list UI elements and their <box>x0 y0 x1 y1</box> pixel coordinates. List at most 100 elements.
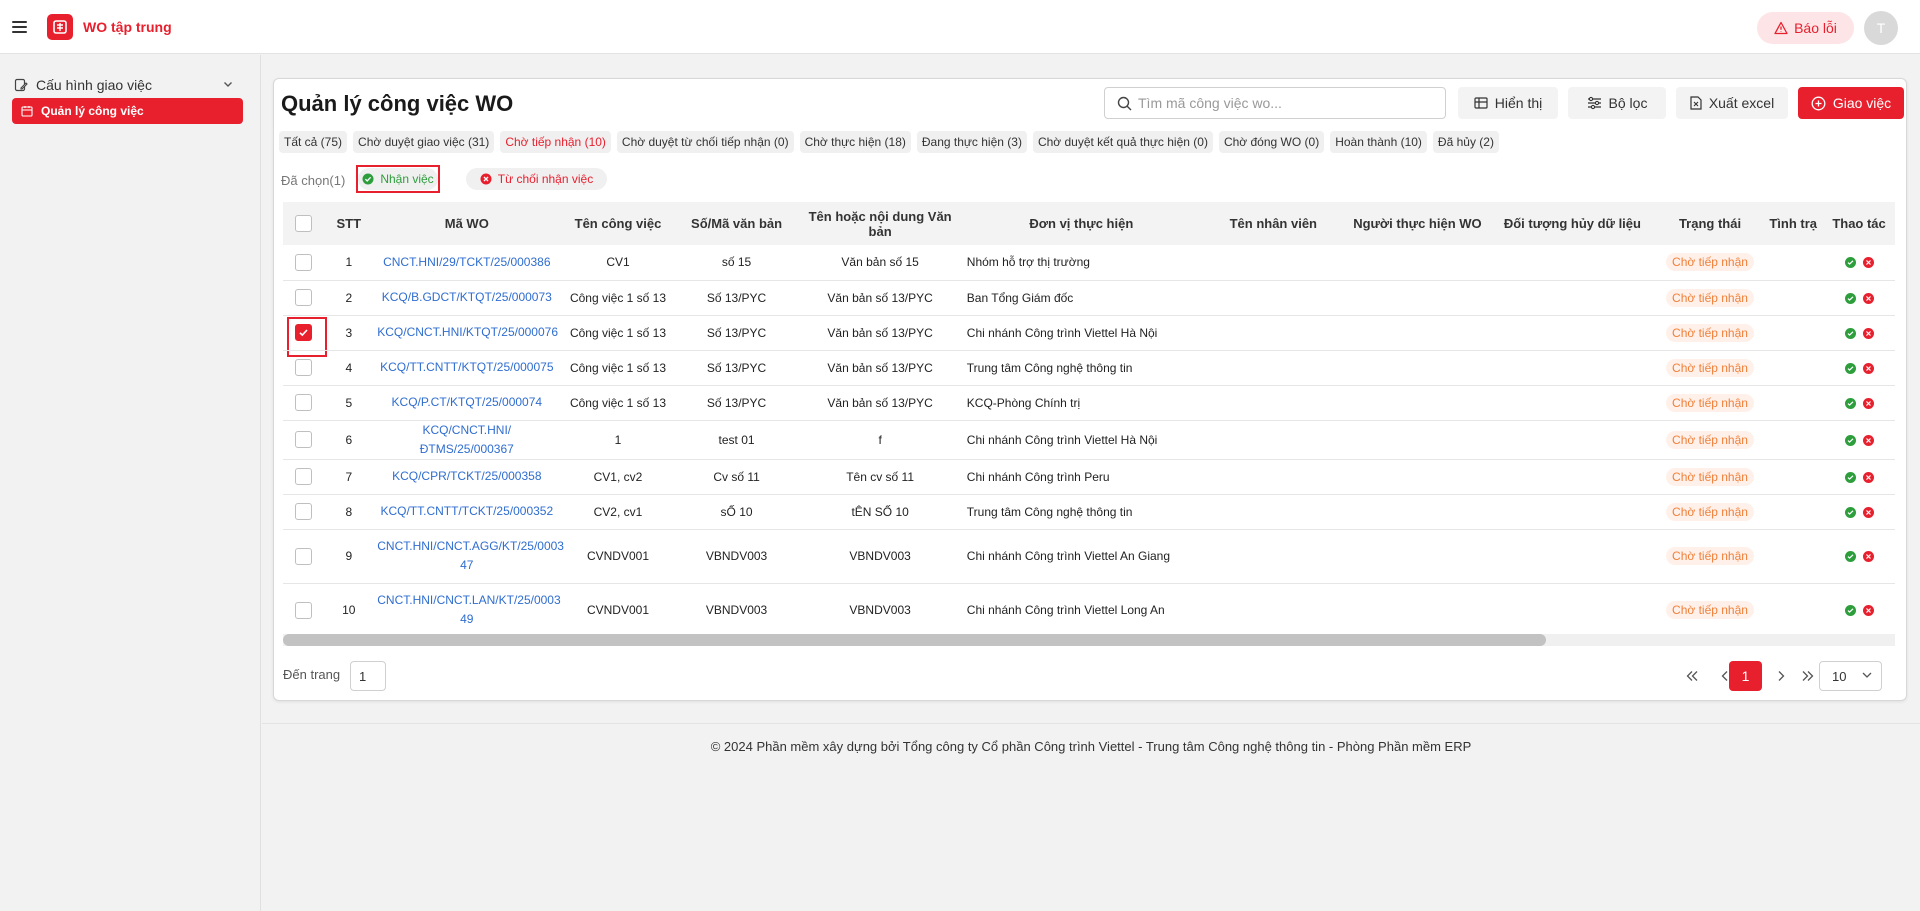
reject-row-icon[interactable] <box>1862 362 1874 374</box>
reject-task-button[interactable]: Từ chối nhận việc <box>466 168 607 190</box>
column-header: Thao tác <box>1823 202 1895 245</box>
unit-cell: Trung tâm Công nghệ thông tin <box>962 350 1200 386</box>
accept-row-icon[interactable] <box>1844 327 1856 339</box>
search-input[interactable] <box>1138 95 1438 111</box>
cancel-object-cell <box>1488 420 1657 460</box>
row-checkbox[interactable] <box>295 468 313 485</box>
row-checkbox[interactable] <box>295 359 313 376</box>
avatar[interactable]: T <box>1864 11 1898 45</box>
accept-row-icon[interactable] <box>1844 471 1856 483</box>
tab-pending-close[interactable]: Chờ đóng WO (0) <box>1218 131 1325 153</box>
reject-row-icon[interactable] <box>1862 434 1874 446</box>
employee-cell <box>1199 280 1347 316</box>
row-checkbox[interactable] <box>295 503 313 520</box>
wo-code-link[interactable]: CNCT.HNI/CNCT.AGG/KT/25/0003 47 <box>373 529 564 584</box>
table-row[interactable]: 4 KCQ/TT.CNTT/KTQT/25/000075 Công việc 1 s… <box>283 350 1895 386</box>
display-button[interactable]: Hiển thị <box>1458 87 1558 119</box>
reject-row-icon[interactable] <box>1862 257 1874 269</box>
page-button-current[interactable]: 1 <box>1729 661 1762 691</box>
status-badge: Chờ tiếp nhận <box>1666 502 1754 521</box>
tab-cancelled[interactable]: Đã hủy (2) <box>1432 131 1499 153</box>
table-row[interactable]: 6 KCQ/CNCT.HNI/ĐTMS/25/000367 1 test 01 f Chi… <box>283 420 1895 460</box>
accept-row-icon[interactable] <box>1844 362 1856 374</box>
reject-row-icon[interactable] <box>1862 292 1874 304</box>
reject-row-icon[interactable] <box>1862 551 1874 562</box>
row-select-cell <box>283 385 325 421</box>
reject-row-icon[interactable] <box>1862 397 1874 409</box>
accept-row-icon[interactable] <box>1844 397 1856 409</box>
wo-code-link[interactable]: CNCT.HNI/29/TCKT/25/000386 <box>373 245 561 281</box>
scrollbar-thumb[interactable] <box>283 634 1546 646</box>
filter-button[interactable]: Bộ lọc <box>1568 87 1666 119</box>
tab-pending-execution[interactable]: Chờ thực hiện (18) <box>799 131 911 153</box>
wo-code-link[interactable]: KCQ/CPR/TCKT/25/000358 <box>373 459 561 495</box>
report-error-button[interactable]: Báo lỗi <box>1757 12 1854 44</box>
hamburger-menu-icon[interactable] <box>12 16 34 38</box>
tab-pending-receipt[interactable]: Chờ tiếp nhận (10) <box>500 131 611 153</box>
row-checkbox[interactable] <box>295 289 313 306</box>
search-box[interactable] <box>1104 87 1446 119</box>
condition-cell <box>1763 459 1824 495</box>
doc-number-cell: số 15 <box>675 245 798 281</box>
horizontal-scrollbar[interactable] <box>283 634 1895 646</box>
goto-page-input[interactable] <box>350 661 386 691</box>
status-cell: Chờ tiếp nhận <box>1656 385 1764 421</box>
wo-code-link[interactable]: KCQ/CNCT.HNI/ĐTMS/25/000367 <box>373 420 561 460</box>
accept-row-icon[interactable] <box>1844 605 1856 616</box>
wo-code-link[interactable]: KCQ/TT.CNTT/TCKT/25/000352 <box>373 494 561 530</box>
last-page-icon[interactable] <box>1795 663 1821 689</box>
row-checkbox[interactable] <box>295 431 313 448</box>
wo-code-link[interactable]: KCQ/TT.CNTT/KTQT/25/000075 <box>373 350 561 386</box>
tab-completed[interactable]: Hoàn thành (10) <box>1330 131 1427 153</box>
tab-in-progress[interactable]: Đang thực hiện (3) <box>916 131 1027 153</box>
actions-cell <box>1823 459 1895 495</box>
wo-code-link[interactable]: KCQ/CNCT.HNI/KTQT/25/000076 <box>373 315 561 351</box>
stt-cell: 3 <box>324 315 374 351</box>
sidebar-item-task-management[interactable]: Quản lý công việc <box>12 98 243 124</box>
export-excel-button[interactable]: Xuất excel <box>1676 87 1788 119</box>
table-row[interactable]: 3 KCQ/CNCT.HNI/KTQT/25/000076 Công việc 1 … <box>283 315 1895 351</box>
accept-task-button[interactable]: Nhận việc <box>358 168 438 190</box>
accept-row-icon[interactable] <box>1844 434 1856 446</box>
executor-cell <box>1346 245 1489 281</box>
tab-pending-reject-approval[interactable]: Chờ duyệt từ chối tiếp nhận (0) <box>616 131 794 153</box>
table-row[interactable]: 1 CNCT.HNI/29/TCKT/25/000386 CV1 số 15 Văn b… <box>283 245 1895 281</box>
table-row[interactable]: 10 CNCT.HNI/CNCT.LAN/KT/25/0003 49 CVNDV001… <box>283 583 1895 638</box>
table-row[interactable]: 7 KCQ/CPR/TCKT/25/000358 CV1, cv2 Cv số 11 T… <box>283 459 1895 495</box>
table-row[interactable]: 8 KCQ/TT.CNTT/TCKT/25/000352 CV2, cv1 sỐ 10… <box>283 494 1895 530</box>
reject-row-icon[interactable] <box>1862 471 1874 483</box>
next-page-icon[interactable] <box>1768 663 1794 689</box>
tab-all[interactable]: Tất cả (75) <box>279 131 348 153</box>
accept-row-icon[interactable] <box>1844 257 1856 269</box>
table-row[interactable]: 2 KCQ/B.GDCT/KTQT/25/000073 Công việc 1 số… <box>283 280 1895 316</box>
assign-task-label: Giao việc <box>1832 95 1892 111</box>
table-row[interactable]: 9 CNCT.HNI/CNCT.AGG/KT/25/0003 47 CVNDV001 V… <box>283 529 1895 584</box>
reject-row-icon[interactable] <box>1862 327 1874 339</box>
wo-code-link[interactable]: KCQ/P.CT/KTQT/25/000074 <box>373 385 561 421</box>
table-row[interactable]: 5 KCQ/P.CT/KTQT/25/000074 Công việc 1 số 1… <box>283 385 1895 421</box>
accept-row-icon[interactable] <box>1844 506 1856 518</box>
row-checkbox[interactable] <box>295 601 313 619</box>
row-checkbox[interactable] <box>295 253 313 271</box>
row-checkbox[interactable] <box>295 547 313 565</box>
sidebar-group-config[interactable]: Cấu hình giao việc <box>14 71 234 99</box>
accept-row-icon[interactable] <box>1844 551 1856 562</box>
tab-pending-assign-approval[interactable]: Chờ duyệt giao việc (31) <box>353 131 495 153</box>
select-all-checkbox[interactable] <box>295 215 313 233</box>
employee-cell <box>1199 245 1347 281</box>
tab-pending-result-approval[interactable]: Chờ duyệt kết quả thực hiện (0) <box>1032 131 1213 153</box>
row-checkbox[interactable] <box>295 394 313 411</box>
doc-name-cell: Văn bản số 13/PYC <box>797 315 963 351</box>
cancel-object-cell <box>1488 350 1657 386</box>
reject-row-icon[interactable] <box>1862 605 1874 616</box>
row-checkbox[interactable] <box>295 324 313 341</box>
chevron-down-icon[interactable] <box>222 78 234 93</box>
assign-task-button[interactable]: Giao việc <box>1798 87 1904 119</box>
reject-row-icon[interactable] <box>1862 506 1874 518</box>
doc-number-cell: sỐ 10 <box>675 494 798 530</box>
wo-code-link[interactable]: CNCT.HNI/CNCT.LAN/KT/25/0003 49 <box>373 583 561 638</box>
first-page-icon[interactable] <box>1679 663 1705 689</box>
accept-row-icon[interactable] <box>1844 292 1856 304</box>
page-size-select[interactable]: 10 <box>1819 661 1882 691</box>
wo-code-link[interactable]: KCQ/B.GDCT/KTQT/25/000073 <box>373 280 561 316</box>
